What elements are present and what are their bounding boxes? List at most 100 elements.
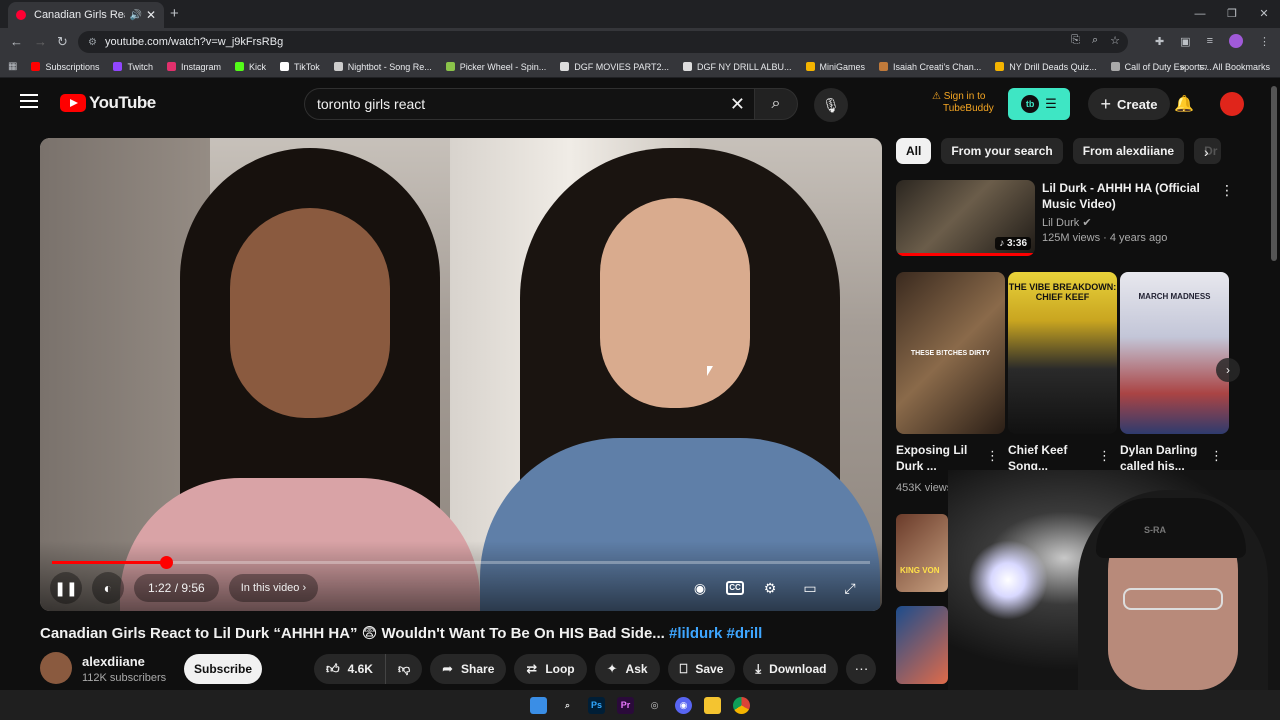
notifications-bell-icon[interactable]: 🔔 <box>1174 94 1194 114</box>
scrubber-handle[interactable] <box>159 556 173 569</box>
like-button[interactable]: 👍︎ 4.6K <box>314 654 386 684</box>
loop-button[interactable]: ⇄ Loop <box>514 654 587 684</box>
recommended-channel[interactable]: Lil Durk ✔ <box>1042 216 1092 229</box>
extensions-icon[interactable]: ✚ <box>1155 35 1164 48</box>
browser-tab[interactable]: Canadian Girls React to Lil Durk 🔊 ✕ <box>8 2 164 28</box>
video-player[interactable]: ❚❚ ◐ 1:22 / 9:56 In this video › ◉ CC ⚙ … <box>40 138 882 611</box>
captions-icon[interactable]: CC <box>726 581 744 595</box>
new-tab-icon[interactable]: + <box>170 5 179 22</box>
autoplay-toggle-icon[interactable]: ◉ <box>686 574 714 602</box>
dislike-button[interactable]: 👎︎ <box>386 662 422 677</box>
obs-icon[interactable]: ◎ <box>646 697 663 714</box>
recommended-thumbnail[interactable]: ♪ 3:36 <box>896 180 1035 256</box>
short-thumbnail[interactable]: THE VIBE BREAKDOWN: CHIEF KEEF <box>1008 272 1117 434</box>
chip-from-your-search[interactable]: From your search <box>941 138 1063 164</box>
clear-search-icon[interactable]: ✕ <box>730 94 745 115</box>
back-icon[interactable]: ← <box>10 34 23 49</box>
short-menu-icon[interactable]: ⋮ <box>1210 448 1223 464</box>
bookmark-item[interactable]: DGF NY DRILL ALBU... <box>682 62 792 72</box>
settings-gear-icon[interactable]: ⚙ <box>756 574 784 602</box>
bookmark-item[interactable]: TikTok <box>280 62 320 72</box>
zoom-icon[interactable]: ⌕ <box>1092 34 1098 47</box>
apps-grid-icon[interactable]: ▦ <box>8 61 17 72</box>
bookmark-star-icon[interactable]: ☆ <box>1110 34 1120 47</box>
more-actions-button[interactable]: ··· <box>846 654 877 684</box>
search-input[interactable]: toronto girls react ✕ <box>304 88 756 120</box>
recommended-thumbnail-partial[interactable] <box>896 606 948 684</box>
close-window-icon[interactable]: ✕ <box>1248 0 1280 28</box>
subscribe-button[interactable]: Subscribe <box>184 654 262 684</box>
side-panel-icon[interactable]: ▣ <box>1180 35 1190 48</box>
short-menu-icon[interactable]: ⋮ <box>986 448 999 464</box>
save-button[interactable]: ⎕ Save <box>667 654 736 684</box>
media-icon[interactable]: ≡ <box>1207 35 1213 47</box>
short-item[interactable]: THESE B!TCHES DIRTY Exposing Lil Durk ..… <box>896 272 1005 494</box>
maximize-icon[interactable]: ❐ <box>1216 0 1248 28</box>
short-menu-icon[interactable]: ⋮ <box>1098 448 1111 464</box>
bookmark-item[interactable]: NY Drill Deads Quiz... <box>995 62 1097 72</box>
recommended-menu-icon[interactable]: ⋮ <box>1220 182 1234 199</box>
site-info-icon[interactable]: ⚙ <box>88 37 97 48</box>
premiere-icon[interactable]: Pr <box>617 696 634 714</box>
volume-button[interactable]: ◐ <box>92 572 124 604</box>
bookmark-item[interactable]: Nightbot - Song Re... <box>333 62 432 72</box>
chips-next-icon[interactable]: › <box>1204 144 1209 160</box>
pause-button[interactable]: ❚❚ <box>50 572 82 604</box>
short-thumbnail[interactable]: MARCH MADNESS <box>1120 272 1229 434</box>
discord-icon[interactable]: ◉ <box>675 696 692 714</box>
file-explorer-icon[interactable] <box>704 696 721 714</box>
all-bookmarks[interactable]: » ▭ All Bookmarks <box>1180 61 1270 72</box>
bookmark-item[interactable]: Instagram <box>167 62 221 72</box>
url-text[interactable]: youtube.com/watch?v=w_j9kFrsRBg <box>105 36 283 48</box>
progress-bar[interactable] <box>52 556 870 569</box>
forward-icon[interactable]: → <box>34 34 47 49</box>
bookmark-item[interactable]: Isaiah Creati's Chan... <box>879 62 981 72</box>
ask-button[interactable]: ✦ Ask <box>594 654 660 684</box>
bookmark-item[interactable]: Subscriptions <box>31 62 99 72</box>
search-query[interactable]: toronto girls react <box>317 96 425 112</box>
browser-menu-icon[interactable]: ⋮ <box>1259 35 1270 48</box>
windows-start-icon[interactable] <box>530 696 547 714</box>
bookmark-item[interactable]: Kick <box>235 62 266 72</box>
short-thumbnail[interactable]: THESE B!TCHES DIRTY <box>896 272 1005 434</box>
minimize-icon[interactable]: — <box>1184 0 1216 28</box>
page-scrollbar[interactable] <box>1271 86 1277 261</box>
install-app-icon[interactable]: ⎘ <box>1071 34 1080 47</box>
bookmark-item[interactable]: Twitch <box>113 62 153 72</box>
voice-search-button[interactable]: 🎙 <box>814 88 848 122</box>
chip-from-channel[interactable]: From alexdiiane <box>1072 138 1185 164</box>
bookmark-item[interactable]: Picker Wheel - Spin... <box>445 62 546 72</box>
channel-avatar[interactable] <box>40 652 72 684</box>
search-icon[interactable]: ⌕ <box>559 697 576 714</box>
account-avatar[interactable] <box>1220 92 1244 116</box>
speaker-icon[interactable]: 🔊 <box>129 10 141 21</box>
reload-icon[interactable]: ↻ <box>57 34 68 50</box>
bookmark-item[interactable]: DGF MOVIES PART2... <box>560 62 669 72</box>
fullscreen-icon[interactable]: ⤢ <box>836 574 864 602</box>
recommended-title[interactable]: Lil Durk - AHHH HA (Official Music Video… <box>1042 180 1212 212</box>
search-button[interactable]: ⌕ <box>754 88 798 120</box>
bookmark-item[interactable]: MiniGames <box>805 62 865 72</box>
chrome-icon[interactable] <box>733 696 750 714</box>
shorts-next-button[interactable]: › <box>1216 358 1240 382</box>
create-button[interactable]: + Create <box>1088 88 1170 120</box>
tubebuddy-signin[interactable]: ⚠ Sign in to TubeBuddy <box>932 91 994 115</box>
chip-all[interactable]: All <box>896 138 932 164</box>
short-item[interactable]: THE VIBE BREAKDOWN: CHIEF KEEF Chief Kee… <box>1008 272 1117 473</box>
tubebuddy-button[interactable]: tb ☰ <box>1008 88 1070 120</box>
chapters-button[interactable]: In this video › <box>228 574 319 602</box>
download-button[interactable]: ⤓ Download <box>743 654 839 684</box>
channel-name[interactable]: alexdiiane <box>82 654 145 669</box>
theater-mode-icon[interactable]: ▭ <box>796 574 824 602</box>
omnibox[interactable]: ⚙ youtube.com/watch?v=w_j9kFrsRBg <box>78 31 1128 53</box>
menu-icon[interactable] <box>20 94 38 108</box>
profile-avatar[interactable] <box>1229 34 1243 48</box>
close-tab-icon[interactable]: ✕ <box>146 8 156 22</box>
photoshop-icon[interactable]: Ps <box>588 696 605 714</box>
youtube-logo[interactable]: YouTube <box>60 93 156 113</box>
recommended-thumbnail-partial[interactable]: KING VON <box>896 514 948 592</box>
more-bookmarks-icon[interactable]: » <box>1180 62 1185 72</box>
share-button[interactable]: ➦ Share <box>430 654 507 684</box>
hashtags[interactable]: #lildurk #drill <box>669 625 762 642</box>
short-item[interactable]: MARCH MADNESS Dylan Darling called his..… <box>1120 272 1229 473</box>
